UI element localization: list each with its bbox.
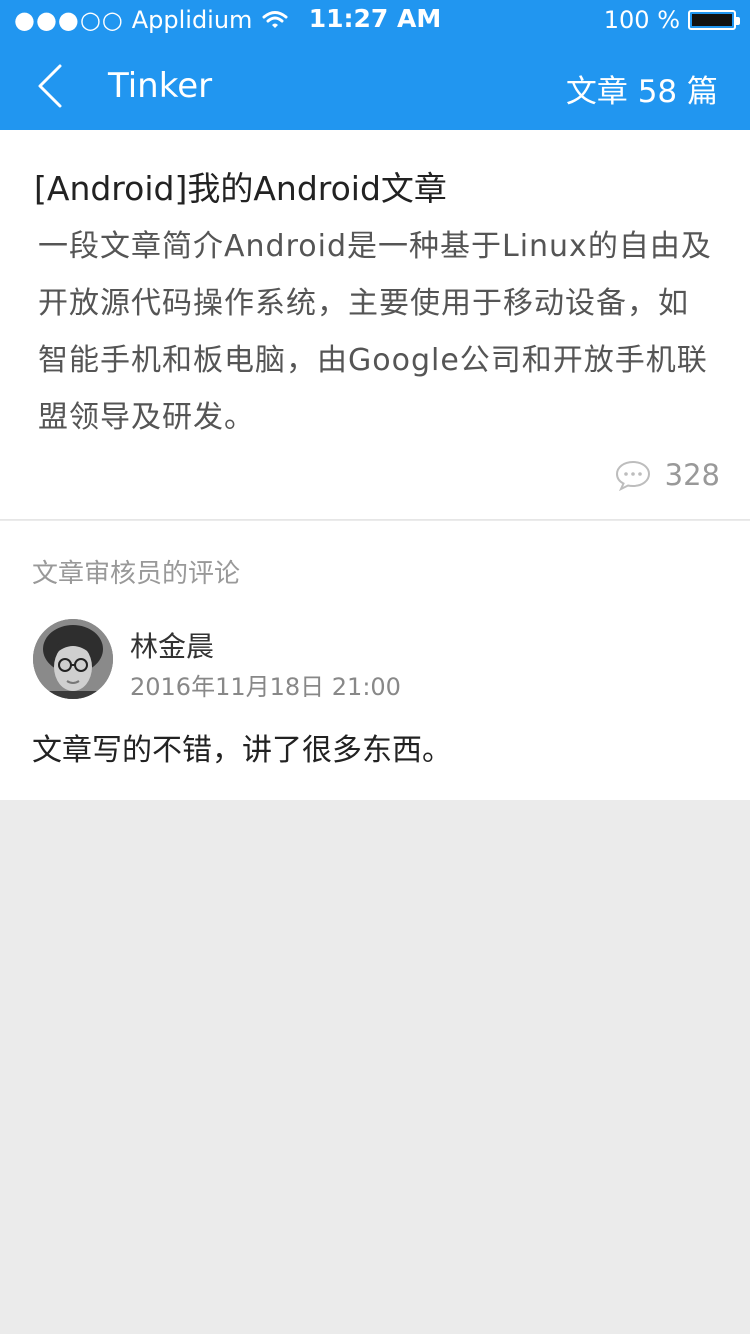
section-heading: 文章审核员的评论 [32,559,241,589]
comment-text: 文章写的不错，讲了很多东西。 [32,733,452,768]
chevron-left-icon [38,64,62,108]
status-right: 100 % [603,6,740,34]
status-bar: ●●●○○ Applidium 11:27 AM 100 % [0,0,750,40]
battery-icon [688,10,740,30]
app-header: ●●●○○ Applidium 11:27 AM 100 % Tinker 文章… [0,0,750,130]
avatar[interactable] [33,619,113,699]
comments-button[interactable]: 328 [615,458,720,492]
battery-percentage: 100 % [603,6,680,34]
reviewer-comment-section: 文章审核员的评论 林金晨 2016年11月18日 21:00 文章写的不错，讲了… [0,521,750,800]
article-count-link[interactable]: 文章 58 篇 [566,66,718,111]
reviewer-name[interactable]: 林金晨 [130,625,214,665]
speech-bubble-icon [615,460,650,491]
nav-bar: Tinker 文章 58 篇 [0,40,750,130]
battery-level [692,14,732,26]
avatar-image [33,619,113,699]
comment-timestamp: 2016年11月18日 21:00 [130,673,401,701]
article-summary: 一段文章简介Android是一种基于Linux的自由及开放源代码操作系统，主要使… [38,229,712,435]
comment-count: 328 [664,458,720,492]
back-button[interactable] [28,60,78,112]
battery-tip [736,17,740,25]
article-title[interactable]: [Android]我的Android文章 [34,162,447,210]
article-card[interactable]: [Android]我的Android文章 一段文章简介Android是一种基于L… [0,130,750,520]
page-title: Tinker [108,66,213,106]
